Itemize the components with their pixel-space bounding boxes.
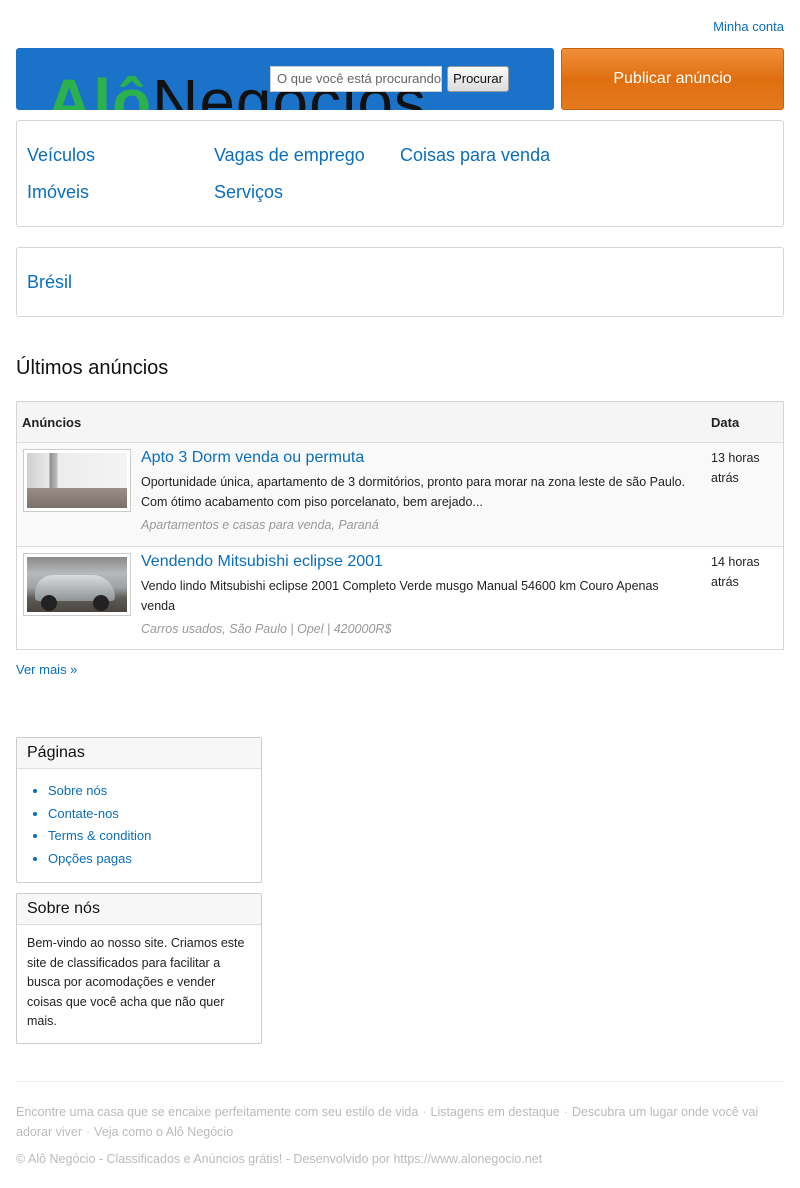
footer-separator: · [86,1124,91,1139]
footer-separator: · [563,1105,568,1119]
ad-date: 14 horas atrás [711,555,760,589]
latest-ads-title: Últimos anúncios [16,357,169,379]
ad-date: 13 horas atrás [711,451,760,485]
ad-title-link[interactable]: Apto 3 Dorm venda ou permuta [141,449,364,467]
about-text: Bem-vindo ao nosso site. Criamos este si… [27,936,245,1028]
category-vagas-de-emprego[interactable]: Vagas de emprego [214,145,365,166]
ad-meta: Carros usados, São Paulo | Opel | 420000… [141,622,392,636]
ad-description: Oportunidade única, apartamento de 3 dor… [141,475,686,509]
ad-description: Vendo lindo Mitsubishi eclipse 2001 Comp… [141,579,659,613]
table-header: Anúncios Data [17,402,783,443]
about-widget-title: Sobre nós [17,894,261,925]
footer-link[interactable]: Encontre uma casa que se encaixe perfeit… [16,1105,418,1119]
table-row: Apto 3 Dorm venda ou permuta Oportunidad… [17,443,783,547]
footer-link[interactable]: Veja como o Alô Negócio [94,1125,233,1139]
copyright-text: © Alô Negócio - Classificados e Anúncios… [16,1152,543,1166]
page-link-terms[interactable]: Terms & condition [48,825,261,848]
about-widget: Sobre nós Bem-vindo ao nosso site. Criam… [16,893,262,1044]
category-servicos[interactable]: Serviços [214,182,283,203]
column-header-date: Data [711,415,740,430]
ad-thumbnail[interactable] [23,553,131,616]
page-link-sobre-nos[interactable]: Sobre nós [48,780,261,803]
footer-links: Encontre uma casa que se encaixe perfeit… [16,1103,784,1142]
page-link-contate-nos[interactable]: Contate-nos [48,803,261,826]
pages-widget-title: Páginas [17,738,261,769]
region-link-bresil[interactable]: Brésil [27,272,72,293]
search-button[interactable]: Procurar [447,66,509,92]
pages-list: Sobre nós Contate-nos Terms & condition … [17,769,261,870]
footer-separator: · [422,1105,427,1119]
my-account-link[interactable]: Minha conta [713,19,784,34]
table-row: Vendendo Mitsubishi eclipse 2001 Vendo l… [17,547,783,649]
region-panel: Brésil [16,247,784,317]
page-link-opcoes-pagas[interactable]: Opções pagas [48,848,261,871]
categories-panel: Veículos Vagas de emprego Coisas para ve… [16,120,784,227]
footer-divider [16,1081,784,1082]
site-banner: AlôNegócios O que você está procurando? … [16,48,554,110]
footer-link[interactable]: Listagens em destaque [431,1105,560,1119]
apartment-photo-image [27,453,127,508]
publish-ad-button[interactable]: Publicar anúncio [561,48,784,110]
see-more-link[interactable]: Ver mais » [16,662,77,677]
ad-thumbnail[interactable] [23,449,131,512]
pages-widget: Páginas Sobre nós Contate-nos Terms & co… [16,737,262,883]
car-photo-image [27,557,127,612]
category-veiculos[interactable]: Veículos [27,145,95,166]
column-header-ads: Anúncios [22,415,82,430]
category-coisas-para-venda[interactable]: Coisas para venda [400,145,550,166]
search-input[interactable]: O que você está procurando? [270,66,442,92]
category-imoveis[interactable]: Imóveis [27,182,89,203]
ad-meta: Apartamentos e casas para venda, Paraná [141,518,379,532]
latest-ads-table: Anúncios Data Apto 3 Dorm venda ou permu… [16,401,784,650]
ad-title-link[interactable]: Vendendo Mitsubishi eclipse 2001 [141,553,383,571]
